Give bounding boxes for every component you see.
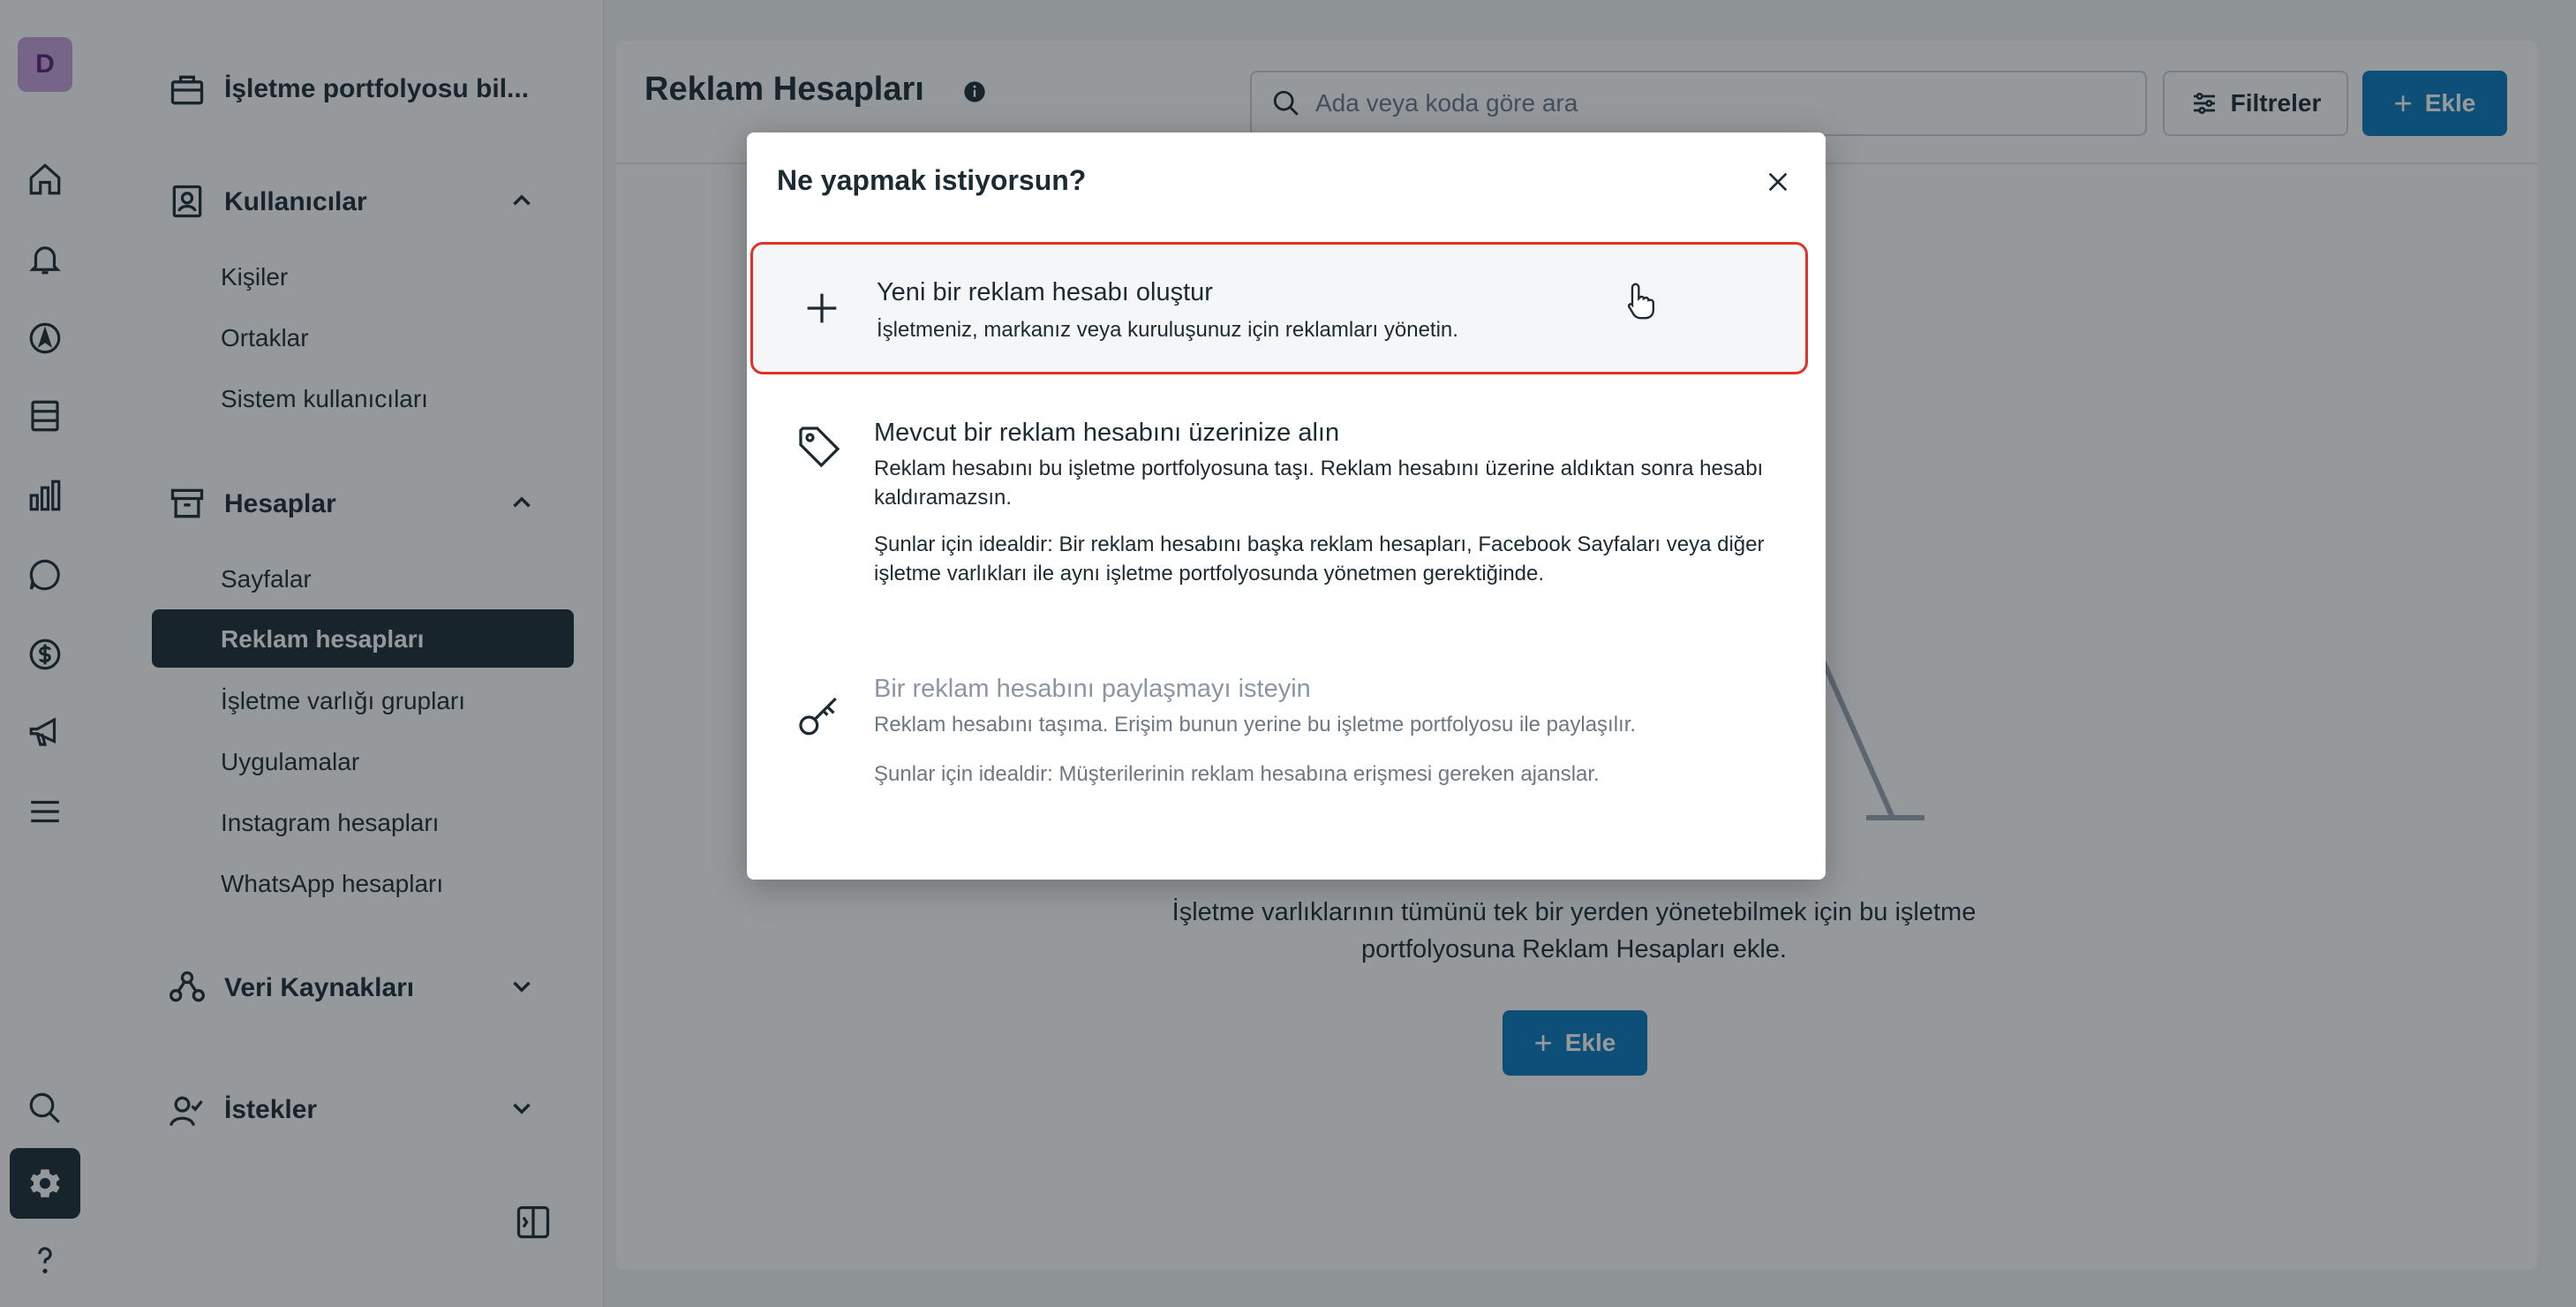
- option-description: Reklam hesabını bu işletme portfolyosuna…: [874, 457, 1764, 510]
- option-ideal-for: Şunlar için idealdir: Müşterilerinin rek…: [874, 762, 1600, 786]
- option-request-access[interactable]: Bir reklam hesabını paylaşmayı isteyin R…: [750, 675, 1808, 798]
- option-title: Yeni bir reklam hesabı oluştur: [877, 278, 1213, 306]
- hand-pointer-icon: [1627, 283, 1655, 320]
- tag-icon: [795, 422, 844, 472]
- close-icon[interactable]: [1759, 162, 1797, 201]
- key-icon: [795, 692, 844, 742]
- option-ideal-for: Şunlar için idealdir: Bir reklam hesabın…: [874, 533, 1765, 586]
- dialog-title: Ne yapmak istiyorsun?: [777, 164, 1087, 196]
- option-title: Mevcut bir reklam hesabını üzerinize alı…: [874, 419, 1340, 447]
- option-title: Bir reklam hesabını paylaşmayı isteyin: [874, 675, 1311, 703]
- option-description: Reklam hesabını taşıma. Erişim bunun yer…: [874, 713, 1637, 737]
- choose-action-dialog: Ne yapmak istiyorsun? Yeni bir reklam he…: [747, 132, 1826, 880]
- plus-icon: [797, 283, 847, 333]
- option-claim-ad-account[interactable]: Mevcut bir reklam hesabını üzerinize alı…: [750, 419, 1808, 595]
